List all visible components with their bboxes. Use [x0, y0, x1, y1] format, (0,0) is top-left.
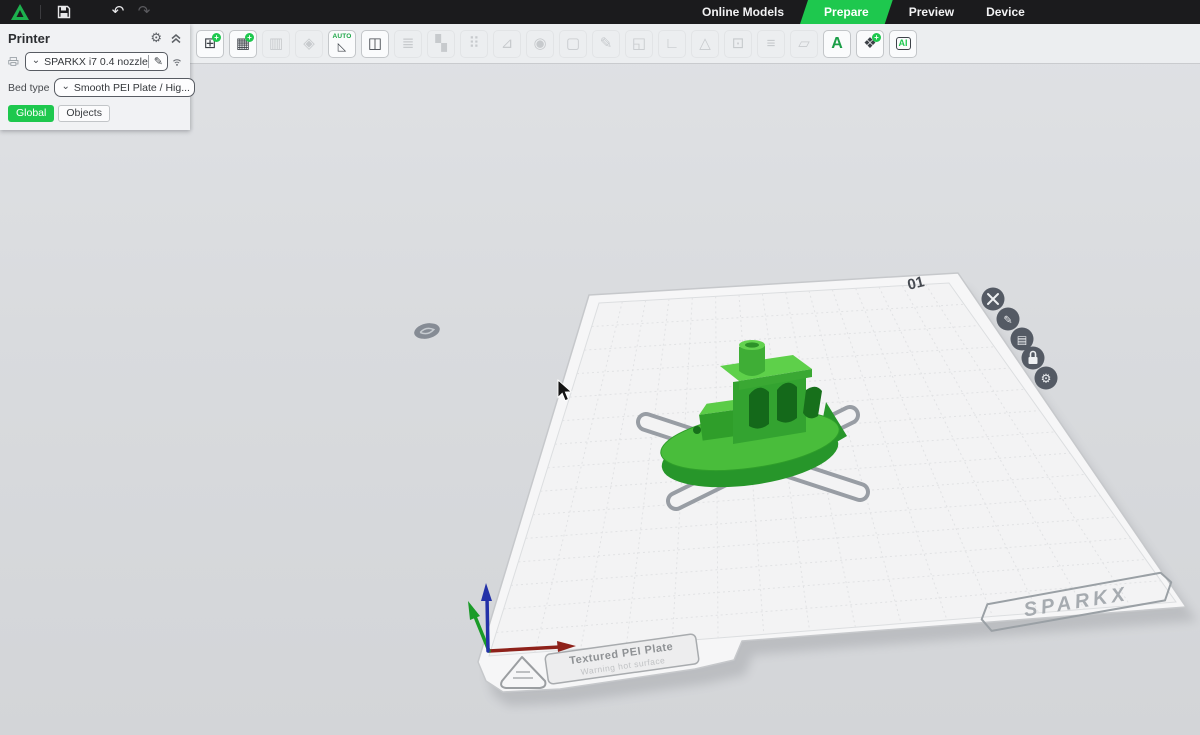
text-tool-icon: A [831, 36, 843, 52]
timelapse-icon: ⊡ [732, 36, 745, 51]
tab-global[interactable]: Global [8, 105, 54, 122]
sphere-tool-button: ◉ [526, 30, 554, 58]
printer-settings-icon[interactable]: ⚙ [150, 30, 162, 46]
bed-type-select[interactable]: ⌄ Smooth PEI Plate / Hig... [54, 78, 195, 97]
delete-plate-button[interactable] [982, 288, 1005, 311]
app-window: 01 Textured PEI Plate Warning hot surfac… [0, 0, 1200, 735]
lock-plate-button[interactable] [1022, 347, 1045, 370]
text-tool-button[interactable]: A [823, 30, 851, 58]
printer-select-value: SPARKX i7 0.4 nozzle [44, 56, 148, 68]
tab-device[interactable]: Device [970, 0, 1041, 24]
ai-tool-button[interactable]: AI [889, 30, 917, 58]
wifi-icon[interactable] [172, 56, 182, 68]
edit-plate-button[interactable]: ✎ [997, 308, 1020, 331]
add-plate-button[interactable]: ▦+ [229, 30, 257, 58]
measure-icon: ⊿ [501, 36, 514, 51]
tab-objects[interactable]: Objects [58, 105, 110, 122]
cut-button: ▢ [559, 30, 587, 58]
layers-button: ≡ [757, 30, 785, 58]
mode-tabs: Online Models Prepare Preview Device [686, 0, 1041, 24]
tab-prepare[interactable]: Prepare [800, 0, 893, 24]
divider [40, 5, 41, 19]
mesh-edit-icon: ✎ [600, 36, 613, 51]
seam-button: ∟ [658, 30, 686, 58]
plugin-button[interactable]: ❖+ [856, 30, 884, 58]
redo-icon: ↷ [131, 0, 157, 24]
collapse-panel-icon[interactable] [170, 32, 182, 44]
stand-on-face-button: △ [691, 30, 719, 58]
edit-printer-icon[interactable]: ✎ [148, 55, 163, 68]
split-view-icon: ◫ [368, 36, 382, 51]
printer-select[interactable]: ⌄ SPARKX i7 0.4 nozzle ✎ [25, 52, 168, 71]
fill-bed-button: ⠿ [460, 30, 488, 58]
paint-button: ▱ [790, 30, 818, 58]
bed-type-value: Smooth PEI Plate / Hig... [74, 82, 190, 94]
auto-arrange-icon: ▥ [269, 36, 283, 51]
sphere-tool-icon: ◉ [533, 36, 546, 51]
plate-handle[interactable] [413, 321, 442, 341]
auto-label: AUTO [332, 34, 351, 41]
timelapse-button: ⊡ [724, 30, 752, 58]
chevron-down-icon: ⌄ [61, 81, 69, 92]
app-logo-icon [10, 3, 30, 21]
mesh-edit-button: ✎ [592, 30, 620, 58]
undo-icon[interactable]: ↶ [105, 0, 131, 24]
title-bar: ↶ ↷ Online Models Prepare Preview Device [0, 0, 1200, 24]
gear-icon: ⚙ [1041, 372, 1052, 386]
plus-badge-icon: + [245, 33, 254, 42]
paint-icon: ▱ [798, 36, 810, 51]
printer-panel-title: Printer [8, 31, 150, 46]
clone-button: ▚ [427, 30, 455, 58]
auto-orient-icon: ◈ [303, 36, 315, 51]
plus-badge-icon: + [872, 33, 881, 42]
save-icon[interactable] [57, 5, 71, 19]
ai-tool-icon: AI [896, 37, 911, 50]
auto-orient-button: ◈ [295, 30, 323, 58]
layers-icon: ≡ [767, 36, 776, 51]
printer-icon [8, 55, 19, 68]
tab-online-models[interactable]: Online Models [686, 0, 800, 24]
mirror-icon: ◱ [632, 36, 646, 51]
split-view-button[interactable]: ◫ [361, 30, 389, 58]
clean-plate-icon: ▤ [1017, 335, 1027, 347]
printer-panel: Printer ⚙ ⌄ SPARKX i7 0.4 nozzle ✎ [0, 24, 190, 130]
mirror-button: ◱ [625, 30, 653, 58]
add-object-button[interactable]: ⊞+ [196, 30, 224, 58]
fill-bed-icon: ⠿ [469, 36, 480, 51]
variable-layer-height-icon: ≣ [402, 36, 415, 51]
tab-preview[interactable]: Preview [893, 0, 970, 24]
auto-support-button[interactable]: AUTO◺ [328, 30, 356, 58]
pencil-icon: ✎ [1003, 315, 1012, 327]
measure-button: ⊿ [493, 30, 521, 58]
auto-support-icon: ◺ [338, 42, 346, 53]
clone-icon: ▚ [435, 36, 447, 51]
auto-arrange-button: ▥ [262, 30, 290, 58]
variable-layer-height-button: ≣ [394, 30, 422, 58]
chevron-down-icon: ⌄ [32, 55, 40, 66]
plate-settings-button[interactable]: ⚙ [1035, 367, 1058, 390]
plus-badge-icon: + [212, 33, 221, 42]
bed-type-label: Bed type [8, 82, 49, 94]
seam-icon: ∟ [665, 36, 680, 51]
stand-on-face-icon: △ [699, 36, 711, 51]
cut-icon: ▢ [566, 36, 580, 51]
